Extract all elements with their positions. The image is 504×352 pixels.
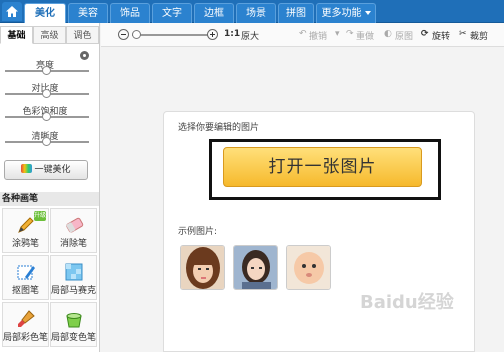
redo-button[interactable]: 重做 <box>356 29 374 42</box>
home-button[interactable] <box>2 2 22 21</box>
zoom-slider-handle[interactable] <box>132 30 141 39</box>
sample-image-2[interactable] <box>233 245 278 290</box>
tab-scene[interactable]: 场景 <box>236 3 276 23</box>
tab-border[interactable]: 边框 <box>194 3 234 23</box>
top-tab-bar: 美化 美容 饰品 文字 边框 场景 拼图 更多功能 <box>0 0 504 23</box>
tool-cutout-pen[interactable]: 抠图笔 <box>2 255 49 300</box>
tool-eraser-pen-label: 消除笔 <box>59 239 87 249</box>
sharpness-slider[interactable] <box>5 137 89 146</box>
tab-more-features[interactable]: 更多功能 <box>316 3 376 23</box>
baby-photo <box>287 246 330 289</box>
compare-icon: ◐ <box>384 29 392 39</box>
rotate-button[interactable]: 旋转 <box>432 29 450 42</box>
color-brush-icon <box>18 310 35 327</box>
woman-bangs-photo <box>181 246 224 289</box>
open-image-button[interactable]: 打开一张图片 <box>223 147 422 187</box>
original-size-button[interactable]: 原大 <box>241 29 259 42</box>
subtab-bar: 基础 高级 调色 <box>0 26 100 44</box>
subtab-basic[interactable]: 基础 <box>0 26 33 44</box>
tab-text[interactable]: 文字 <box>152 3 192 23</box>
baidu-watermark: Baidu经验 <box>360 292 454 313</box>
paint-bucket-icon <box>66 313 82 328</box>
tool-doodle-pen-label: 涂鸦笔 <box>11 239 39 249</box>
tool-cutout-pen-label: 抠图笔 <box>11 286 39 296</box>
saturation-slider[interactable] <box>5 112 89 121</box>
upgrade-badge: 升级 <box>34 211 47 221</box>
cutout-pen-icon <box>17 265 35 280</box>
mosaic-icon <box>65 263 83 281</box>
sample-image-1[interactable] <box>180 245 225 290</box>
sharpness-slider-handle[interactable] <box>42 137 51 146</box>
open-button-highlight-frame: 打开一张图片 <box>209 139 441 200</box>
tool-doodle-pen[interactable]: 升级 涂鸦笔 <box>2 208 49 253</box>
tab-collage[interactable]: 拼图 <box>278 3 314 23</box>
chevron-down-icon <box>364 11 371 15</box>
zoom-out-icon[interactable] <box>118 29 129 40</box>
subtab-color[interactable]: 调色 <box>66 26 99 44</box>
subtab-advanced[interactable]: 高级 <box>33 26 66 44</box>
saturation-slider-handle[interactable] <box>42 112 51 121</box>
one-key-beautify-label: 一键美化 <box>34 165 71 175</box>
crop-button[interactable]: 裁剪 <box>470 29 488 42</box>
ratio-1-1-button[interactable]: 1:1 <box>224 29 240 39</box>
home-icon <box>6 6 18 17</box>
tool-eraser-pen[interactable]: 消除笔 <box>50 208 97 253</box>
rainbow-icon <box>21 164 33 173</box>
tool-local-recolor-pen-label: 局部变色笔 <box>51 333 97 343</box>
tool-local-mosaic-label: 局部马赛克 <box>51 286 97 296</box>
undo-arrow-icon: ↶ <box>299 29 307 39</box>
sample-image-3[interactable] <box>286 245 331 290</box>
undo-dropdown-icon[interactable]: ▾ <box>335 29 340 39</box>
eraser-icon <box>66 217 84 233</box>
tool-local-mosaic[interactable]: 局部马赛克 <box>50 255 97 300</box>
scissors-icon: ✂ <box>459 29 467 39</box>
choose-image-prompt: 选择你要编辑的图片 <box>178 123 260 133</box>
tab-makeup[interactable]: 美容 <box>68 3 108 23</box>
tool-local-color-pen[interactable]: 局部彩色笔 <box>2 302 49 347</box>
undo-button[interactable]: 撤销 <box>309 29 327 42</box>
tool-local-color-pen-label: 局部彩色笔 <box>3 333 49 343</box>
tab-beautify[interactable]: 美化 <box>24 3 66 23</box>
woman-portrait-photo <box>234 246 277 289</box>
brightness-slider[interactable] <box>5 66 89 75</box>
zoom-in-icon[interactable] <box>207 29 218 40</box>
tab-accessories[interactable]: 饰品 <box>110 3 150 23</box>
contrast-slider-handle[interactable] <box>42 89 51 98</box>
brightness-slider-handle[interactable] <box>42 66 51 75</box>
rotate-icon: ⟳ <box>421 29 429 39</box>
tool-local-recolor-pen[interactable]: 局部变色笔 <box>50 302 97 347</box>
sample-images-label: 示例图片: <box>178 227 218 237</box>
redo-arrow-icon: ↷ <box>346 29 354 39</box>
compare-button[interactable]: 原图 <box>395 29 413 42</box>
one-key-beautify-button[interactable]: 一键美化 <box>4 160 88 180</box>
contrast-slider[interactable] <box>5 89 89 98</box>
zoom-slider[interactable] <box>132 30 208 39</box>
brush-section-title: 各种画笔 <box>0 192 99 206</box>
edit-toolbar: 1:1 原大 ↶ 撤销 ▾ ↷ 重做 ◐ 原图 ⟳ 旋转 ✂ 裁剪 <box>101 23 504 47</box>
left-panel: 基础 高级 调色 亮度 对比度 色彩饱和度 清晰度 一键美化 各种画笔 升级 涂… <box>0 23 100 352</box>
